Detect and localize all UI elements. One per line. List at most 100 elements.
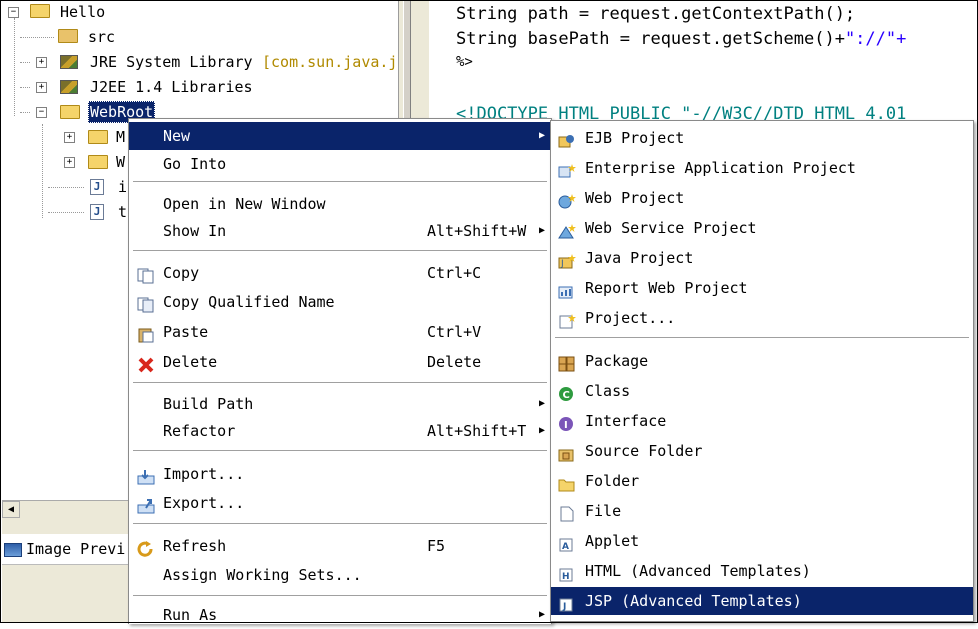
menu-item-open-in-new-window[interactable]: Open in New Window — [129, 190, 551, 218]
package-folder-icon — [58, 29, 78, 45]
tree-node-web-inf[interactable]: + W — [2, 150, 130, 174]
menu-item-run-as[interactable]: Run As ▶ — [129, 601, 551, 629]
submenu-item-report-web-project[interactable]: Report Web Project — [551, 274, 973, 302]
menu-separator — [133, 523, 547, 525]
submenu-item-java-project[interactable]: J Java Project — [551, 244, 973, 272]
code-line: String basePath = request.getScheme()+":… — [456, 29, 906, 49]
java-project-icon: J — [558, 250, 576, 269]
menu-item-label: Report Web Project — [585, 279, 748, 297]
menu-item-new[interactable]: New ▶ — [129, 122, 551, 150]
submenu-item-jsp[interactable]: J JSP (Advanced Templates) — [551, 587, 973, 615]
expand-toggle[interactable]: + — [36, 82, 47, 93]
tree-node-label: M — [116, 128, 126, 146]
menu-item-delete[interactable]: Delete Delete — [129, 348, 551, 376]
class-icon: C — [558, 383, 576, 401]
project-folder-icon — [30, 4, 50, 18]
menu-item-label: Enterprise Application Project — [585, 159, 856, 177]
code-line: %> — [456, 54, 473, 70]
submenu-arrow-icon: ▶ — [538, 609, 545, 620]
tree-node-meta-inf[interactable]: + M — [2, 125, 130, 149]
menu-item-label: Build Path — [163, 395, 254, 413]
submenu-item-applet[interactable]: A Applet — [551, 527, 973, 555]
source-folder-icon — [558, 443, 576, 462]
tree-node-src[interactable]: src — [2, 25, 202, 49]
menu-item-copy[interactable]: Copy Ctrl+C — [129, 259, 551, 287]
menu-item-build-path[interactable]: Build Path ▶ — [129, 390, 551, 418]
submenu-item-class[interactable]: C Class — [551, 377, 973, 405]
menu-item-export[interactable]: Export... — [129, 489, 551, 517]
svg-text:C: C — [563, 390, 570, 401]
menu-item-assign-working-sets[interactable]: Assign Working Sets... — [129, 561, 551, 589]
submenu-item-folder[interactable]: Folder — [551, 467, 973, 495]
submenu-item-project[interactable]: Project... — [551, 304, 973, 332]
paste-icon — [137, 324, 155, 343]
menu-separator — [133, 595, 547, 597]
string-literal: "://"+ — [844, 29, 907, 49]
menu-item-label: Copy — [163, 264, 200, 282]
submenu-item-file[interactable]: File — [551, 497, 973, 525]
tree-node-label: JRE System Library — [90, 53, 253, 71]
folder-icon — [558, 473, 576, 492]
menu-item-label: JSP (Advanced Templates) — [585, 592, 802, 610]
menu-item-go-into[interactable]: Go Into — [129, 150, 551, 178]
menu-item-label: New — [163, 127, 191, 145]
menu-separator — [555, 337, 969, 339]
submenu-item-web-service-project[interactable]: Web Service Project — [551, 214, 973, 242]
submenu-item-ejb-project[interactable]: EJB Project — [551, 124, 973, 152]
tree-node-label: i — [118, 178, 128, 196]
expand-toggle[interactable]: + — [36, 57, 47, 68]
submenu-item-package[interactable]: Package — [551, 347, 973, 375]
menu-item-copy-qualified-name[interactable]: Copy Qualified Name — [129, 288, 551, 316]
refresh-icon — [137, 538, 155, 557]
menu-item-shortcut: Delete — [427, 353, 482, 371]
menu-item-label: Class — [585, 382, 631, 400]
submenu-item-source-folder[interactable]: Source Folder — [551, 437, 973, 465]
tab-label: Image Previ — [26, 540, 126, 558]
tree-node-project[interactable]: − Hello — [2, 0, 202, 24]
menu-item-label: Show In — [163, 222, 227, 240]
submenu-item-enterprise-application-project[interactable]: Enterprise Application Project — [551, 154, 973, 182]
menu-item-label: EJB Project — [585, 129, 685, 147]
collapse-toggle[interactable]: − — [36, 107, 47, 118]
image-preview-tab[interactable]: Image Previ — [2, 534, 128, 565]
expand-toggle[interactable]: + — [64, 132, 75, 143]
menu-item-shortcut: F5 — [427, 537, 446, 555]
expand-toggle[interactable]: + — [64, 157, 75, 168]
tree-node-jsp-file[interactable]: J i — [2, 175, 130, 199]
tree-node-j2ee[interactable]: + J2EE 1.4 Libraries — [2, 75, 262, 99]
tree-node-jre[interactable]: + JRE System Library [com.sun.java.jd — [2, 50, 400, 74]
tree-node-jsp-file[interactable]: J t — [2, 200, 130, 224]
new-submenu: EJB Project Enterprise Application Proje… — [550, 120, 974, 622]
menu-item-label: Applet — [585, 532, 640, 550]
applet-icon: A — [558, 533, 576, 552]
menu-separator — [133, 181, 547, 183]
submenu-arrow-icon: ▶ — [538, 225, 545, 236]
submenu-item-html[interactable]: H HTML (Advanced Templates) — [551, 557, 973, 585]
submenu-arrow-icon: ▶ — [538, 130, 545, 141]
menu-item-label: Go Into — [163, 155, 227, 173]
svg-text:I: I — [564, 420, 568, 431]
svg-text:A: A — [562, 542, 569, 552]
menu-item-show-in[interactable]: Show In Alt+Shift+W ▶ — [129, 217, 551, 245]
menu-item-refactor[interactable]: Refactor Alt+Shift+T ▶ — [129, 417, 551, 445]
context-menu: New ▶ Go Into Open in New Window Show In… — [128, 118, 552, 624]
menu-item-label: Assign Working Sets... — [163, 566, 362, 584]
horizontal-scrollbar[interactable]: ◀ — [2, 500, 128, 519]
submenu-item-web-project[interactable]: Web Project — [551, 184, 973, 212]
jsp-file-icon: J — [90, 204, 110, 220]
menu-item-refresh[interactable]: Refresh F5 — [129, 532, 551, 560]
menu-item-paste[interactable]: Paste Ctrl+V — [129, 318, 551, 346]
collapse-toggle[interactable]: − — [8, 7, 19, 18]
menu-item-label: Copy Qualified Name — [163, 293, 335, 311]
scroll-left-icon[interactable]: ◀ — [2, 501, 20, 518]
menu-item-label: File — [585, 502, 622, 520]
library-icon — [60, 80, 78, 94]
svg-text:J: J — [562, 602, 566, 612]
copy-qualified-name-icon — [137, 294, 155, 313]
report-web-project-icon — [558, 280, 576, 299]
menu-item-label: Interface — [585, 412, 667, 430]
submenu-item-interface[interactable]: I Interface — [551, 407, 973, 435]
jsp-icon: J — [558, 593, 576, 612]
interface-icon: I — [558, 413, 576, 431]
menu-item-import[interactable]: Import... — [129, 460, 551, 488]
